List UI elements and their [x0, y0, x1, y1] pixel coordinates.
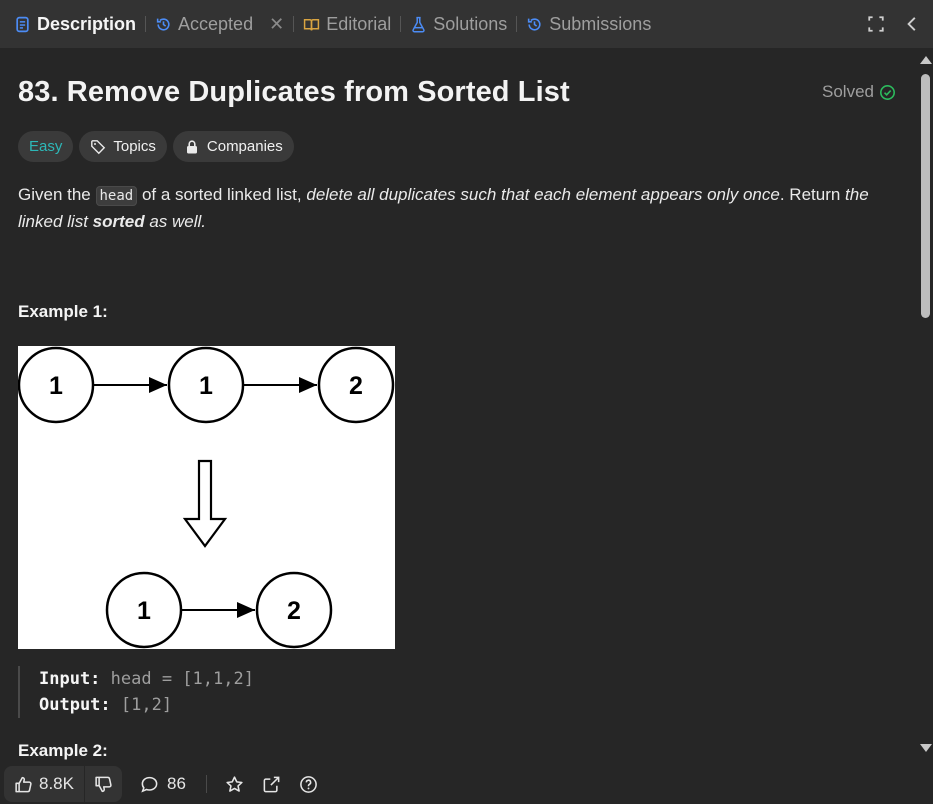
tab-divider	[145, 16, 147, 32]
difficulty-badge: Easy	[18, 131, 74, 162]
input-label: Input:	[39, 669, 101, 689]
example-1-io: Input: head = [1,1,2] Output: [1,2]	[18, 666, 254, 718]
comments-button[interactable]: 86	[140, 774, 186, 794]
history-icon	[528, 17, 541, 31]
example-2-heading: Example 2:	[18, 741, 108, 760]
example-1-heading: Example 1:	[18, 302, 108, 321]
companies-button[interactable]: Companies	[172, 131, 294, 162]
problem-title[interactable]: 83. Remove Duplicates from Sorted List	[18, 76, 570, 109]
tab-description[interactable]: Description	[14, 0, 136, 48]
desc-text: of a sorted linked list,	[137, 185, 307, 204]
tag-icon	[91, 139, 106, 154]
node-value: 1	[137, 597, 151, 625]
desc-text: Given the	[18, 185, 96, 204]
like-button[interactable]: 8.8K	[4, 766, 84, 802]
thumbs-down-icon	[95, 776, 112, 792]
companies-label: Companies	[206, 138, 283, 155]
topics-button[interactable]: Topics	[79, 131, 167, 162]
desc-text: . Return	[779, 185, 846, 204]
scroll-up-arrow[interactable]	[920, 56, 932, 64]
tab-solutions-label: Solutions	[433, 13, 508, 34]
external-link-icon	[263, 776, 280, 792]
tab-submissions[interactable]: Submissions	[526, 0, 651, 48]
tab-divider	[516, 16, 518, 32]
scroll-down-arrow[interactable]	[920, 744, 932, 752]
output-value: [1,2]	[110, 695, 173, 715]
star-icon	[226, 775, 243, 792]
example-input-line: Input: head = [1,1,2]	[39, 666, 254, 692]
tab-divider	[293, 16, 295, 32]
lock-icon	[186, 139, 197, 153]
problem-panel: 83. Remove Duplicates from Sorted List S…	[0, 48, 917, 764]
example-output-line: Output: [1,2]	[39, 692, 254, 718]
example-1-diagram: 1 1 2 1 2	[17, 346, 395, 649]
tab-accepted-label: Accepted	[178, 13, 254, 34]
tab-submissions-label: Submissions	[549, 13, 652, 34]
input-value: head = [1,1,2]	[100, 669, 254, 689]
tag-chips: Easy Topics Companies	[18, 131, 294, 162]
history-icon	[156, 17, 170, 31]
chevron-left-icon[interactable]	[903, 15, 921, 33]
flask-icon	[412, 16, 425, 32]
node-value: 2	[287, 597, 301, 625]
scrollbar-thumb[interactable]	[921, 74, 930, 318]
comment-count: 86	[166, 774, 186, 793]
close-icon[interactable]: ✕	[269, 14, 284, 35]
help-button[interactable]	[299, 775, 318, 794]
topics-label: Topics	[113, 138, 156, 155]
like-count: 8.8K	[39, 774, 74, 793]
desc-emphasis: delete all duplicates such that each ele…	[306, 185, 780, 204]
down-arrow	[182, 459, 228, 548]
tab-solutions[interactable]: Solutions	[410, 0, 507, 48]
tab-description-label: Description	[37, 13, 137, 34]
desc-emphasis: as well.	[144, 212, 207, 231]
fullscreen-icon[interactable]	[867, 15, 885, 33]
comment-icon	[141, 776, 158, 793]
bottom-action-bar: 8.8K 86	[0, 764, 933, 804]
document-icon	[16, 16, 29, 32]
output-label: Output:	[39, 695, 111, 715]
tab-editorial[interactable]: Editorial	[303, 0, 391, 48]
node-value: 1	[199, 372, 213, 400]
dislike-button[interactable]	[85, 766, 122, 802]
tab-bar: Description Accepted ✕ Editorial Solutio…	[0, 0, 933, 48]
tab-accepted[interactable]: Accepted ✕	[155, 0, 284, 48]
book-icon	[304, 18, 320, 30]
check-circle-icon	[880, 84, 895, 100]
tab-editorial-label: Editorial	[326, 13, 392, 34]
solved-label: Solved	[822, 82, 874, 101]
node-value: 1	[49, 372, 63, 400]
solved-status: Solved	[822, 82, 896, 102]
help-icon	[300, 775, 317, 793]
tabbar-actions	[867, 0, 921, 48]
inline-code-head: head	[95, 186, 138, 206]
share-button[interactable]	[262, 775, 281, 794]
node-value: 2	[349, 372, 363, 400]
favorite-button[interactable]	[225, 775, 244, 794]
toolbar-divider	[205, 775, 207, 793]
problem-description: Given the head of a sorted linked list, …	[18, 182, 898, 235]
tab-divider	[400, 16, 402, 32]
desc-strong: sorted	[92, 212, 145, 231]
linked-list-diagram: 1 1 2 1 2	[17, 346, 395, 649]
scrollbar[interactable]	[917, 48, 933, 764]
vote-group: 8.8K	[4, 766, 122, 802]
thumbs-up-icon	[15, 776, 32, 792]
